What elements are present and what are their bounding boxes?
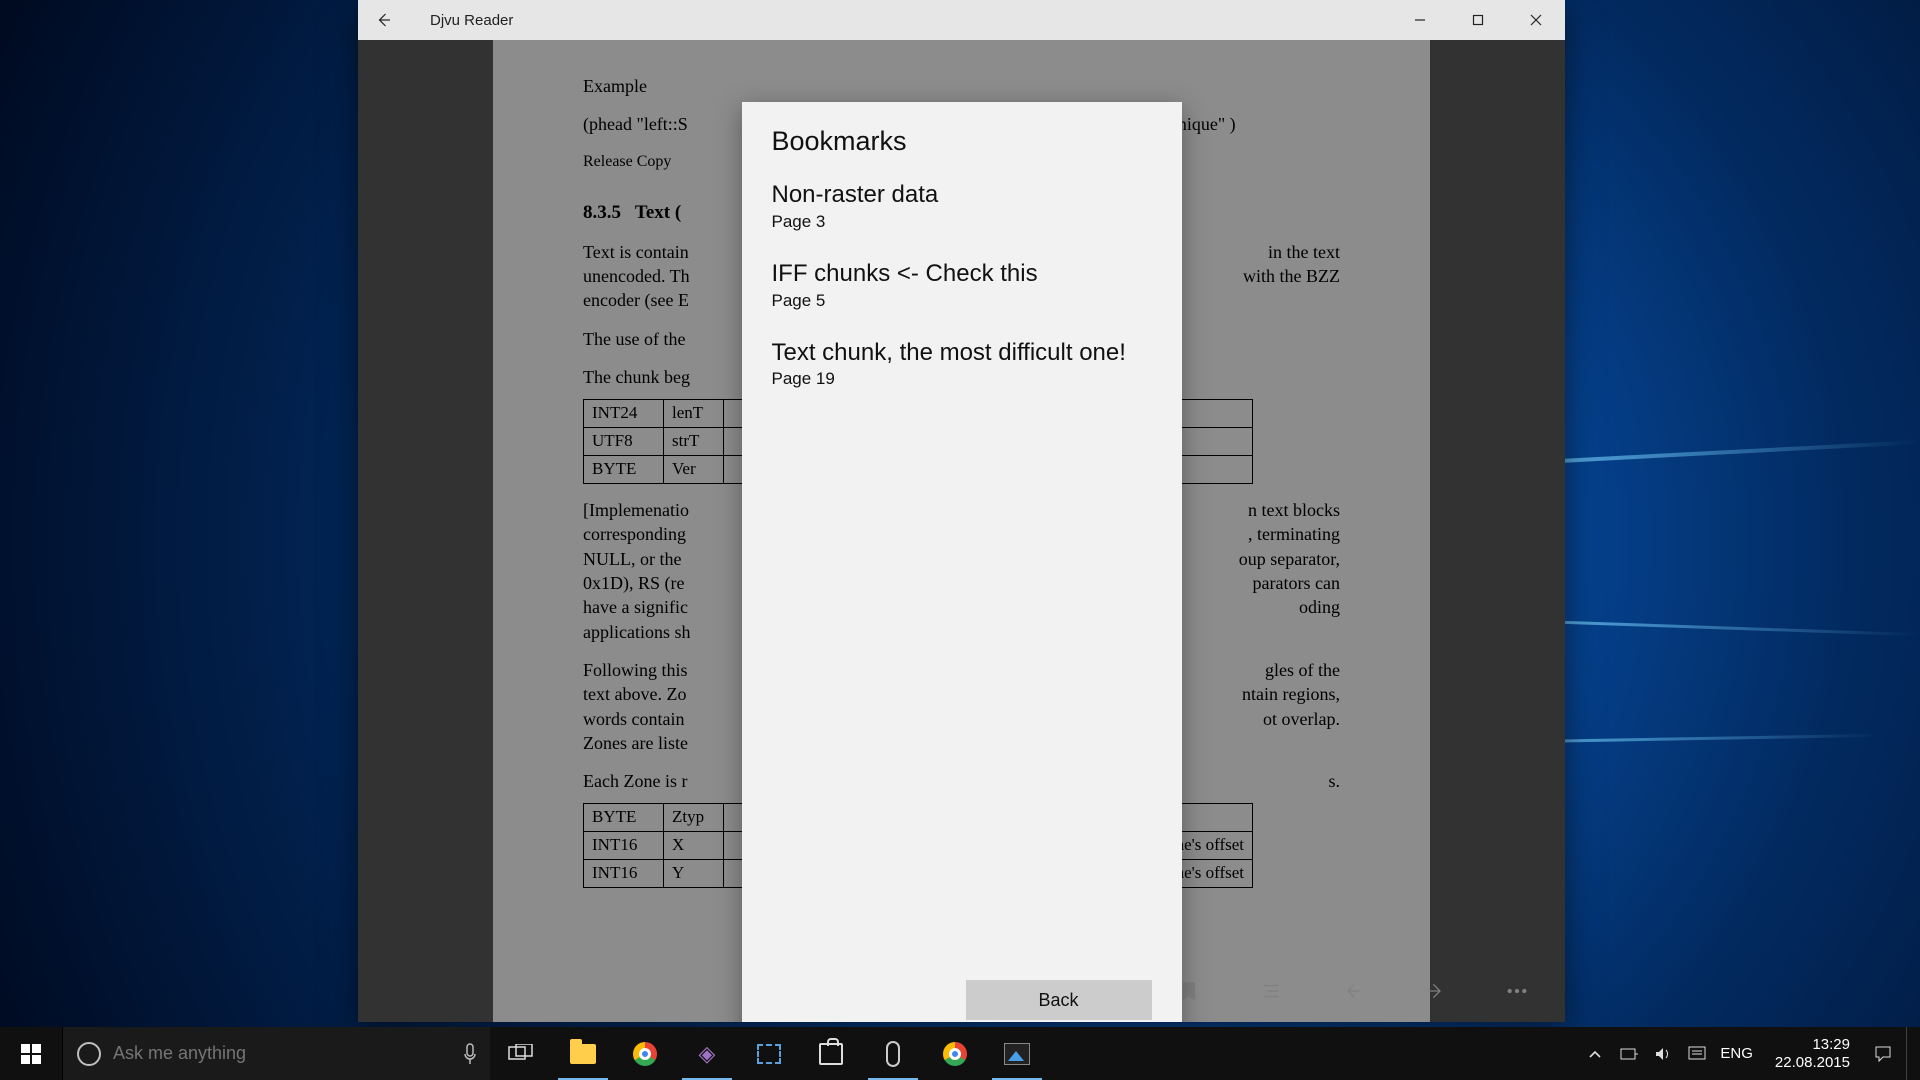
- taskbar-app-file-explorer[interactable]: [552, 1027, 614, 1080]
- bookmark-page: Page 5: [772, 291, 1152, 311]
- dialog-back-button[interactable]: Back: [966, 980, 1152, 1020]
- bookmarks-dialog: Bookmarks Non-raster data Page 3 IFF chu…: [742, 102, 1182, 1022]
- tray-ime-icon[interactable]: [1686, 1046, 1708, 1062]
- tray-action-center-icon[interactable]: [1872, 1045, 1894, 1063]
- bookmark-title: Non-raster data: [772, 181, 1152, 210]
- task-buttons: ◈: [490, 1027, 1048, 1080]
- tray-network-icon[interactable]: [1618, 1046, 1640, 1062]
- document-viewport: Example (phead "left::S Dominique" ) Rel…: [358, 40, 1565, 1022]
- task-view-button[interactable]: [490, 1027, 552, 1080]
- taskbar-app-chrome-2[interactable]: [924, 1027, 986, 1080]
- cortana-icon: [77, 1042, 101, 1066]
- bookmarks-list: Non-raster data Page 3 IFF chunks <- Che…: [742, 167, 1182, 960]
- taskbar: ◈ ENG 13:29 22.08.2015: [0, 1027, 1920, 1080]
- start-button[interactable]: [0, 1027, 62, 1080]
- bookmark-title: Text chunk, the most difficult one!: [772, 339, 1152, 368]
- taskbar-app-paperclip[interactable]: [862, 1027, 924, 1080]
- djvu-reader-window: Djvu Reader Example (phead "left::S Domi…: [358, 0, 1565, 1022]
- taskbar-app-photos[interactable]: [986, 1027, 1048, 1080]
- tray-language[interactable]: ENG: [1720, 1045, 1753, 1062]
- app-title: Djvu Reader: [430, 12, 513, 29]
- taskbar-app-visual-studio[interactable]: ◈: [676, 1027, 738, 1080]
- show-desktop-button[interactable]: [1906, 1027, 1914, 1080]
- taskbar-app-store[interactable]: [800, 1027, 862, 1080]
- tray-volume-icon[interactable]: [1652, 1046, 1674, 1062]
- bookmark-page: Page 19: [772, 369, 1152, 389]
- bookmark-item[interactable]: Text chunk, the most difficult one! Page…: [772, 325, 1152, 404]
- tray-time: 13:29: [1775, 1036, 1850, 1053]
- bookmark-page: Page 3: [772, 212, 1152, 232]
- close-button[interactable]: [1507, 0, 1565, 40]
- titlebar: Djvu Reader: [358, 0, 1565, 40]
- system-tray: ENG 13:29 22.08.2015: [1572, 1027, 1920, 1080]
- bookmark-title: IFF chunks <- Check this: [772, 260, 1152, 289]
- tray-date: 22.08.2015: [1775, 1054, 1850, 1071]
- maximize-button[interactable]: [1449, 0, 1507, 40]
- minimize-button[interactable]: [1391, 0, 1449, 40]
- back-button[interactable]: [358, 0, 410, 40]
- tray-clock[interactable]: 13:29 22.08.2015: [1765, 1036, 1860, 1071]
- search-box[interactable]: [62, 1027, 490, 1080]
- taskbar-app-chrome[interactable]: [614, 1027, 676, 1080]
- bookmark-item[interactable]: IFF chunks <- Check this Page 5: [772, 246, 1152, 325]
- bookmark-item[interactable]: Non-raster data Page 3: [772, 167, 1152, 246]
- search-input[interactable]: [113, 1043, 438, 1064]
- taskbar-app-snipping[interactable]: [738, 1027, 800, 1080]
- microphone-icon[interactable]: [450, 1043, 490, 1065]
- tray-chevron-up-icon[interactable]: [1584, 1049, 1606, 1059]
- dialog-title: Bookmarks: [742, 102, 1182, 167]
